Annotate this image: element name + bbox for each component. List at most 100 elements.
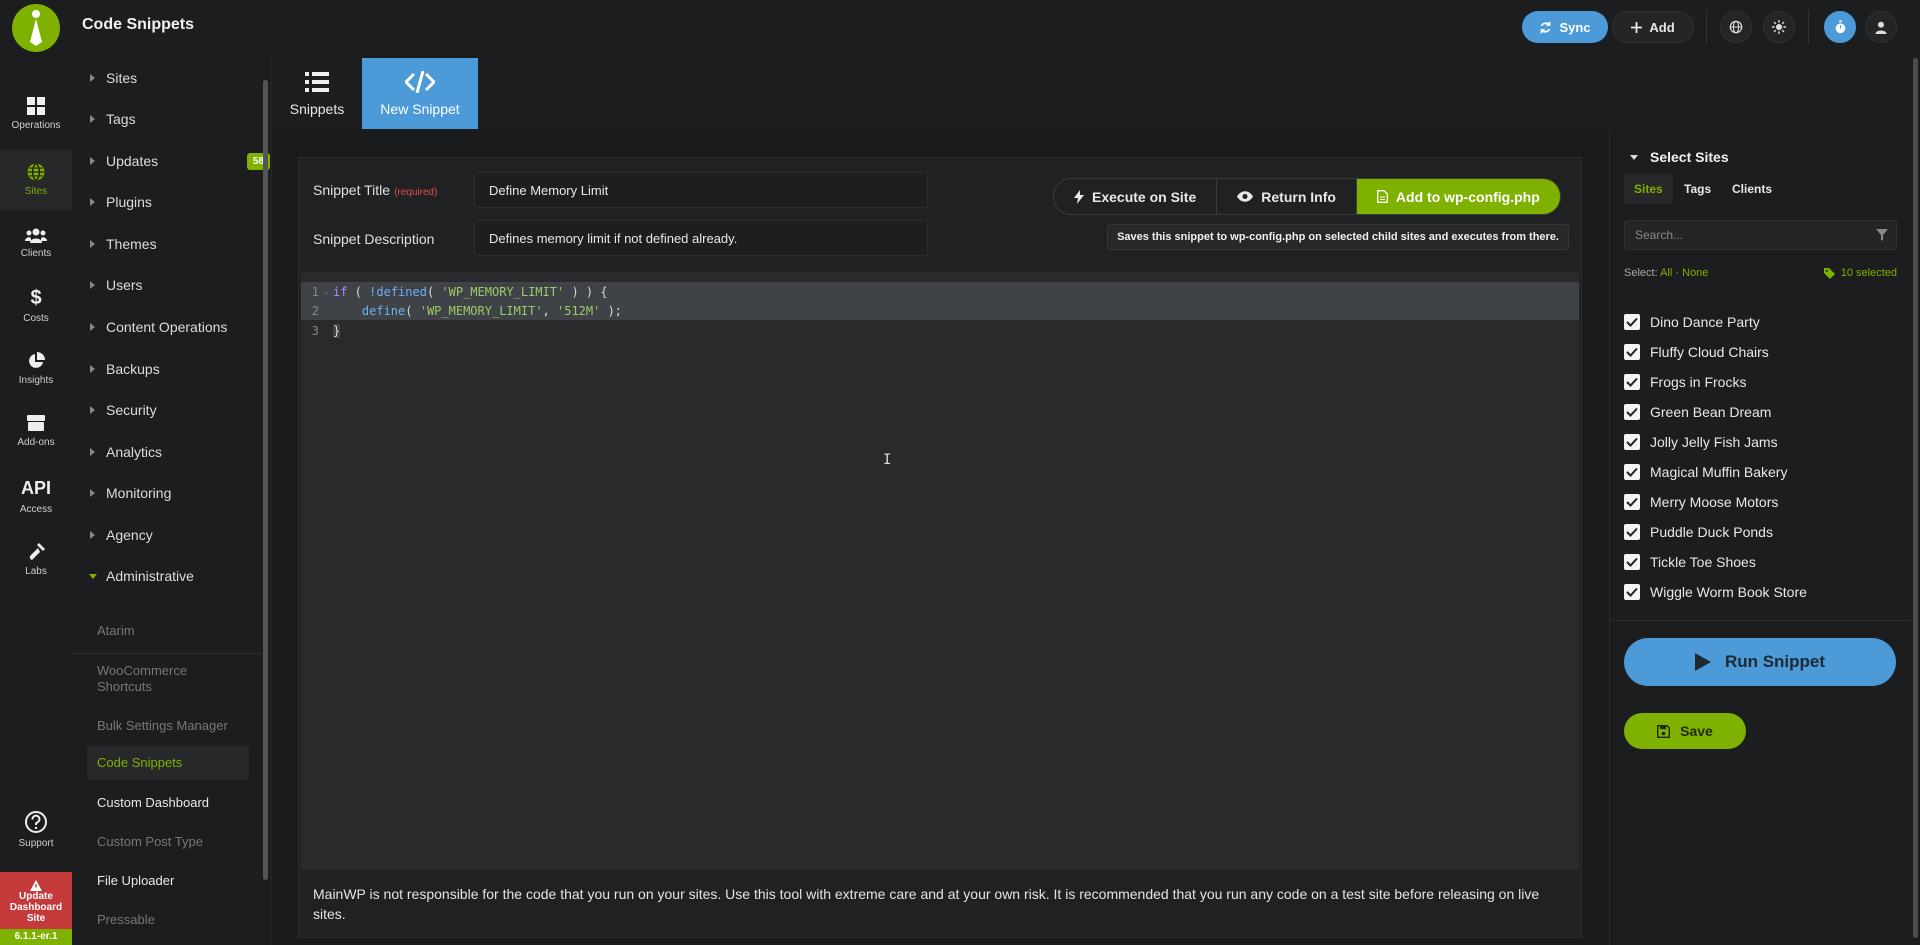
nav-label: Backups [106, 361, 160, 377]
nav-item-sites[interactable]: Sites [72, 60, 264, 96]
nav-item-tags[interactable]: Tags [72, 101, 264, 137]
sync-icon [1539, 21, 1552, 34]
flask-icon [27, 543, 45, 561]
timer-button[interactable] [1824, 11, 1856, 43]
filter-icon[interactable] [1876, 229, 1888, 241]
action-button-group: Execute on Site Return Info Add to wp-co… [1053, 178, 1561, 215]
warning-icon [30, 879, 42, 891]
checkbox-checked-icon[interactable] [1624, 374, 1640, 390]
snippet-description-input[interactable]: Defines memory limit if not defined alre… [474, 220, 928, 256]
site-checkbox-row[interactable]: Dino Dance Party [1624, 311, 1760, 333]
nav-item-users[interactable]: Users [72, 267, 264, 303]
tab-clients[interactable]: Clients [1722, 174, 1782, 204]
main-icon-bar: Operations Sites Clients $ Costs Insight… [0, 56, 72, 945]
iconbar-insights[interactable]: Insights [0, 339, 72, 399]
tab-tags[interactable]: Tags [1674, 174, 1721, 204]
site-checkbox-row[interactable]: Merry Moose Motors [1624, 491, 1778, 513]
caret-right-icon [90, 365, 95, 373]
iconbar-clients[interactable]: Clients [0, 213, 72, 273]
label-text: Snippet Title [313, 182, 391, 198]
sync-button[interactable]: Sync [1522, 11, 1608, 43]
nav-item-security[interactable]: Security [72, 392, 264, 428]
nav-item-administrative[interactable]: Administrative [72, 558, 264, 594]
site-checkbox-row[interactable]: Frogs in Frocks [1624, 371, 1746, 393]
checkbox-checked-icon[interactable] [1624, 434, 1640, 450]
box-icon [27, 414, 45, 432]
caret-right-icon [90, 489, 95, 497]
nav-scrollbar[interactable] [263, 80, 268, 880]
tab-new-snippet[interactable]: New Snippet [362, 58, 478, 129]
iconbar-costs[interactable]: $ Costs [0, 276, 72, 336]
sub-item-code-snippets[interactable]: Code Snippets [87, 746, 249, 780]
nav-item-agency[interactable]: Agency [72, 517, 264, 553]
page-scrollbar[interactable] [1911, 56, 1920, 945]
sub-item-pressable[interactable]: Pressable [87, 905, 249, 935]
snippet-title-label: Snippet Title (required) [313, 182, 437, 198]
checkbox-checked-icon[interactable] [1624, 524, 1640, 540]
checkbox-checked-icon[interactable] [1624, 314, 1640, 330]
select-all-link[interactable]: All [1660, 267, 1672, 279]
sub-item-custom-post-type[interactable]: Custom Post Type [87, 827, 249, 857]
select-sites-title[interactable]: Select Sites [1650, 149, 1729, 165]
site-search-input[interactable]: Search... [1624, 220, 1897, 250]
user-menu-button[interactable] [1865, 11, 1897, 43]
return-info-button[interactable]: Return Info [1217, 179, 1357, 214]
sub-item-woocommerce-shortcuts[interactable]: WooCommerce Shortcuts [87, 662, 227, 696]
nav-label: Monitoring [106, 485, 172, 501]
nav-item-monitoring[interactable]: Monitoring [72, 475, 264, 511]
site-name: Dino Dance Party [1650, 314, 1760, 330]
tab-snippets[interactable]: Snippets [276, 58, 358, 129]
snippet-title-input[interactable]: Define Memory Limit [474, 172, 928, 208]
code-line: 3 } [301, 321, 1579, 340]
nav-item-plugins[interactable]: Plugins [72, 184, 264, 220]
nav-item-analytics[interactable]: Analytics [72, 434, 264, 470]
caret-down-icon[interactable] [1630, 155, 1638, 160]
tag-icon [1823, 267, 1835, 279]
site-name: Puddle Duck Ponds [1650, 524, 1773, 540]
site-checkbox-row[interactable]: Puddle Duck Ponds [1624, 521, 1773, 543]
iconbar-operations[interactable]: Operations [0, 84, 72, 144]
nav-item-themes[interactable]: Themes [72, 226, 264, 262]
checkbox-checked-icon[interactable] [1624, 404, 1640, 420]
code-editor[interactable]: 1 ⌄ if ( !defined( 'WP_MEMORY_LIMIT' ) )… [301, 272, 1579, 870]
checkbox-checked-icon[interactable] [1624, 494, 1640, 510]
checkbox-checked-icon[interactable] [1624, 464, 1640, 480]
sub-item-file-uploader[interactable]: File Uploader [87, 866, 249, 896]
update-dashboard-site-button[interactable]: Update Dashboard Site [0, 872, 72, 931]
add-to-wp-config-button[interactable]: Add to wp-config.php [1356, 179, 1560, 214]
site-checkbox-row[interactable]: Fluffy Cloud Chairs [1624, 341, 1769, 363]
site-checkbox-row[interactable]: Tickle Toe Shoes [1624, 551, 1756, 573]
mainwp-logo[interactable] [12, 4, 60, 52]
checkbox-checked-icon[interactable] [1624, 554, 1640, 570]
select-none-link[interactable]: None [1682, 267, 1708, 279]
run-snippet-button[interactable]: Run Snippet [1624, 638, 1896, 686]
tab-sites[interactable]: Sites [1624, 174, 1673, 204]
nav-item-backups[interactable]: Backups [72, 351, 264, 387]
caret-right-icon [90, 531, 95, 539]
save-button[interactable]: Save [1624, 713, 1746, 749]
sub-item-bulk-settings-manager[interactable]: Bulk Settings Manager [87, 711, 249, 741]
iconbar-sites[interactable]: Sites [0, 150, 72, 210]
checkbox-checked-icon[interactable] [1624, 344, 1640, 360]
iconbar-addons[interactable]: Add-ons [0, 401, 72, 461]
button-label: Execute on Site [1092, 188, 1197, 205]
theme-toggle-button[interactable] [1763, 11, 1795, 43]
site-checkbox-row[interactable]: Magical Muffin Bakery [1624, 461, 1787, 483]
site-checkbox-row[interactable]: Green Bean Dream [1624, 401, 1771, 423]
site-checkbox-row[interactable]: Wiggle Worm Book Store [1624, 581, 1807, 603]
globe-button[interactable] [1720, 11, 1752, 43]
iconbar-access[interactable]: API Access [0, 466, 72, 526]
add-button[interactable]: Add [1612, 11, 1694, 43]
checkbox-checked-icon[interactable] [1624, 584, 1640, 600]
fold-arrow-icon[interactable]: ⌄ [323, 286, 333, 297]
site-checkbox-row[interactable]: Jolly Jelly Fish Jams [1624, 431, 1778, 453]
iconbar-support[interactable]: Support [0, 800, 72, 860]
iconbar-labs[interactable]: Labs [0, 530, 72, 590]
nav-item-updates[interactable]: Updates 58 [72, 143, 270, 179]
nav-item-content-operations[interactable]: Content Operations [72, 309, 264, 345]
scrollbar-thumb[interactable] [1913, 58, 1918, 938]
sub-item-atarim[interactable]: Atarim [87, 616, 249, 646]
sub-item-custom-dashboard[interactable]: Custom Dashboard [87, 788, 249, 818]
execute-on-site-button[interactable]: Execute on Site [1054, 179, 1218, 214]
code-token: if [333, 284, 348, 299]
